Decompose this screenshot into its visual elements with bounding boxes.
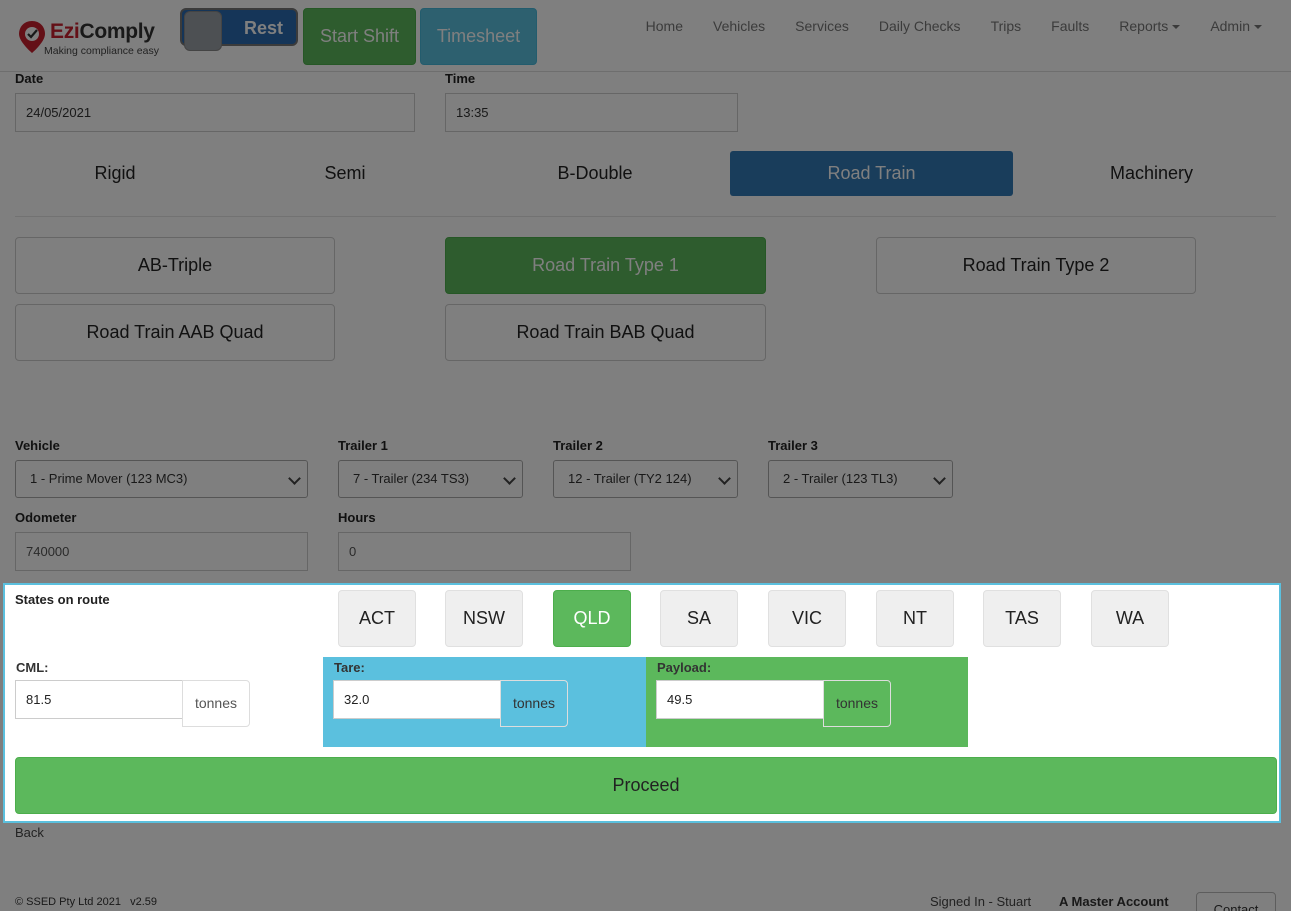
states-on-route-label: States on route [15, 592, 110, 607]
payload-label: Payload: [657, 660, 712, 675]
cml-label: CML: [16, 660, 49, 675]
state-tas-button[interactable]: TAS [983, 590, 1061, 647]
route-weights-panel: States on route ACT NSW QLD SA VIC NT TA… [3, 583, 1281, 823]
state-qld-button[interactable]: QLD [553, 590, 631, 647]
payload-input[interactable]: 49.5 [656, 680, 824, 719]
state-sa-button[interactable]: SA [660, 590, 738, 647]
state-vic-button[interactable]: VIC [768, 590, 846, 647]
cml-unit: tonnes [182, 680, 250, 727]
proceed-button[interactable]: Proceed [15, 757, 1277, 814]
tare-box: Tare: 32.0 tonnes [323, 657, 647, 747]
payload-box: Payload: 49.5 tonnes [646, 657, 968, 747]
tare-input[interactable]: 32.0 [333, 680, 501, 719]
cml-box: CML: 81.5 tonnes [5, 657, 325, 747]
payload-unit: tonnes [823, 680, 891, 727]
tare-label: Tare: [334, 660, 365, 675]
state-nsw-button[interactable]: NSW [445, 590, 523, 647]
state-act-button[interactable]: ACT [338, 590, 416, 647]
state-nt-button[interactable]: NT [876, 590, 954, 647]
tare-unit: tonnes [500, 680, 568, 727]
cml-input[interactable]: 81.5 [15, 680, 183, 719]
state-wa-button[interactable]: WA [1091, 590, 1169, 647]
